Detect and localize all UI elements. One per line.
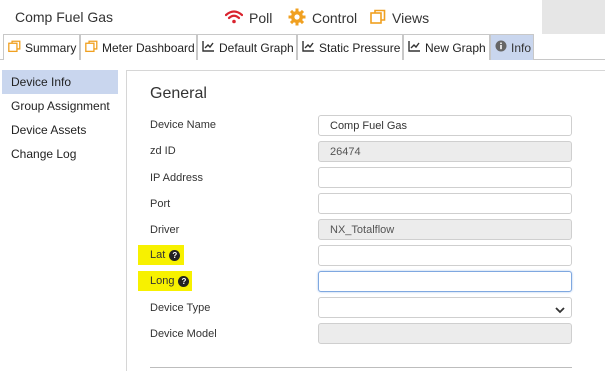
views-button[interactable]: Views — [370, 8, 429, 28]
sidebar: Device Info Group Assignment Device Asse… — [0, 70, 118, 166]
long-input[interactable] — [318, 271, 572, 292]
tab-label: New Graph — [425, 40, 486, 55]
control-label: Control — [312, 10, 358, 26]
tab-new-graph[interactable]: New Graph — [403, 34, 490, 60]
sidebar-item-label: Change Log — [11, 147, 77, 161]
lat-input[interactable] — [318, 245, 572, 266]
driver-label: Driver — [150, 224, 179, 236]
ip-address-input[interactable] — [318, 167, 572, 188]
long-label: Long ? — [150, 275, 190, 287]
zd-id-label-text: zd ID — [150, 145, 176, 157]
copy-icon — [8, 40, 21, 56]
device-name-input[interactable] — [318, 115, 572, 136]
question-circle-icon[interactable]: ? — [178, 275, 190, 287]
device-model-field — [318, 323, 572, 344]
header: Comp Fuel Gas Poll Control Views — [0, 0, 605, 34]
header-strip — [542, 0, 605, 34]
sidebar-item-label: Device Assets — [11, 123, 87, 137]
control-button[interactable]: Control — [288, 8, 357, 28]
tab-label: Static Pressure — [319, 40, 401, 55]
tab-label: Info — [511, 40, 532, 55]
chevron-down-icon — [555, 302, 565, 321]
line-chart-icon — [202, 40, 215, 55]
sidebar-item-device-info[interactable]: Device Info — [2, 70, 118, 94]
ip-address-label-text: IP Address — [150, 172, 203, 184]
info-icon — [495, 40, 507, 55]
sidebar-item-change-log[interactable]: Change Log — [0, 142, 118, 166]
tab-label: Meter Dashboard — [102, 40, 195, 55]
gear-icon — [288, 8, 306, 29]
copy-icon — [85, 40, 98, 56]
lat-label: Lat ? — [150, 249, 181, 261]
tab-bar: Summary Meter Dashboard Default Graph St… — [0, 34, 605, 60]
device-type-label: Device Type — [150, 302, 210, 314]
device-name-label: Device Name — [150, 119, 216, 131]
device-model-label-text: Device Model — [150, 328, 217, 340]
poll-button[interactable]: Poll — [224, 8, 273, 28]
copy-icon — [370, 9, 386, 28]
tab-label: Default Graph — [219, 40, 294, 55]
device-name-label-text: Device Name — [150, 119, 217, 131]
sidebar-item-device-assets[interactable]: Device Assets — [0, 118, 118, 142]
device-type-label-text: Device Type — [150, 302, 211, 314]
poll-label: Poll — [249, 10, 273, 26]
views-label: Views — [392, 10, 430, 26]
sidebar-item-label: Group Assignment — [11, 99, 110, 113]
long-label-text: Long — [150, 275, 175, 287]
driver-label-text: Driver — [150, 224, 180, 236]
port-label: Port — [150, 198, 170, 210]
port-input[interactable] — [318, 193, 572, 214]
section-divider — [150, 367, 572, 368]
tab-info[interactable]: Info — [490, 34, 534, 60]
device-type-select[interactable] — [318, 297, 572, 318]
lat-label-text: Lat — [150, 249, 166, 261]
tab-label: Summary — [25, 40, 77, 55]
question-circle-icon[interactable]: ? — [169, 249, 181, 261]
driver-field — [318, 219, 572, 240]
tab-summary[interactable]: Summary — [3, 34, 80, 60]
sidebar-item-group-assignment[interactable]: Group Assignment — [0, 94, 118, 118]
port-label-text: Port — [150, 198, 171, 210]
general-panel: General Device Name zd ID IP Address Por… — [126, 70, 605, 371]
tab-static-pressure[interactable]: Static Pressure — [297, 34, 403, 60]
sidebar-item-label: Device Info — [11, 75, 72, 89]
device-title: Comp Fuel Gas — [15, 9, 114, 25]
section-title: General — [150, 85, 207, 102]
ip-address-label: IP Address — [150, 172, 203, 184]
tab-default-graph[interactable]: Default Graph — [197, 34, 297, 60]
line-chart-icon — [408, 40, 421, 55]
line-chart-icon — [302, 40, 315, 55]
tab-meter-dashboard[interactable]: Meter Dashboard — [80, 34, 197, 60]
zd-id-field — [318, 141, 572, 162]
zd-id-label: zd ID — [150, 145, 176, 157]
device-model-label: Device Model — [150, 328, 217, 340]
wifi-icon — [224, 9, 244, 27]
